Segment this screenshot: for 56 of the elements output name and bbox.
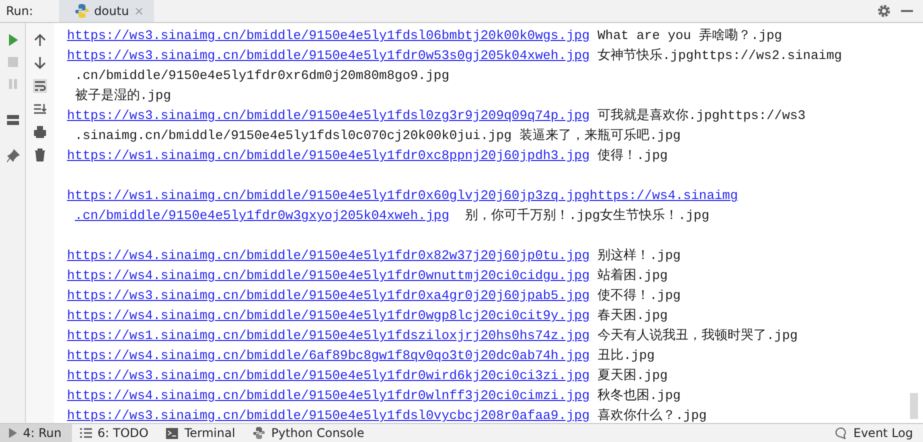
- down-arrow-icon[interactable]: [33, 56, 47, 70]
- python-icon: [253, 427, 266, 439]
- trash-icon[interactable]: [33, 148, 47, 162]
- url-link[interactable]: https://ws1.sinaimg.cn/bmiddle/9150e4e5ly1fdr0xc8ppnj20j60jpdh3.jpg: [67, 146, 590, 166]
- terminal-icon: [166, 428, 178, 438]
- output-text: 别这样！.jpg: [596, 247, 681, 265]
- tool-window-button[interactable]: 6: TODO: [72, 424, 158, 442]
- output-text: 使得！.jpg: [596, 147, 668, 165]
- output-text: 秋冬也困.jpg: [596, 387, 681, 405]
- settings-icon[interactable]: [877, 4, 891, 18]
- url-link[interactable]: https://ws4.sinaimg.cn/bmiddle/6af89bc8gw1f8qv0qo3t0j20dc0ab74h.jpg: [67, 346, 590, 366]
- output-text: 夏天困.jpg: [596, 367, 668, 385]
- url-link[interactable]: .cn/bmiddle/9150e4e5ly1fdr0w3gxyoj205k04xweh.jpg: [74, 206, 450, 226]
- url-link[interactable]: https://ws4.sinaimg.cn/bmiddle/9150e4e5ly1fdr0wgp8lcj20ci0cit9y.jpg: [67, 306, 590, 326]
- output-text: 站着困.jpg: [596, 267, 668, 285]
- url-link[interactable]: https://ws1.sinaimg.cn/bmiddle/9150e4e5ly1fdr0x60glvj20j60jp3zq.jpghttps://ws4.sinaimg: [67, 186, 738, 206]
- output-text: 女神节快乐.jpghttps://ws2.sinaimg: [596, 47, 842, 65]
- output-text: 可我就是喜欢你.jpghttps://ws3: [596, 107, 806, 125]
- url-link[interactable]: https://ws3.sinaimg.cn/bmiddle/9150e4e5ly1fdsl0vycbcj208r0afaa9.jpg: [67, 406, 590, 423]
- output-text: .sinaimg.cn/bmiddle/9150e4e5ly1fdsl0c070cj20k00k0jui.jpg 装逼来了，来瓶可乐吧.jpg: [74, 127, 681, 145]
- output-text: .cn/bmiddle/9150e4e5ly1fdr0xr6dm0j20m80m8go9.jpg: [74, 67, 450, 85]
- tool-window-button[interactable]: Terminal: [158, 424, 246, 442]
- scrollbar-thumb[interactable]: [910, 393, 918, 419]
- soft-wrap-icon[interactable]: [33, 79, 47, 93]
- tool-window-button[interactable]: Python Console: [245, 424, 374, 442]
- url-link[interactable]: https://ws3.sinaimg.cn/bmiddle/9150e4e5ly1fdr0w53s0gj205k04xweh.jpg: [67, 46, 590, 66]
- url-link[interactable]: https://ws3.sinaimg.cn/bmiddle/9150e4e5ly1fdsl0zg3r9j209q09q74p.jpg: [67, 106, 590, 126]
- output-text: 丑比.jpg: [596, 347, 655, 365]
- pin-icon[interactable]: [6, 149, 20, 163]
- print-icon[interactable]: [33, 125, 47, 139]
- url-link[interactable]: https://ws3.sinaimg.cn/bmiddle/9150e4e5ly1fdr0xa4gr0j20j60jpab5.jpg: [67, 286, 590, 306]
- url-link[interactable]: https://ws3.sinaimg.cn/bmiddle/9150e4e5ly1fdsl06bmbtj20k00k0wgs.jpg: [67, 26, 590, 46]
- output-text: 使不得！.jpg: [596, 287, 681, 305]
- url-link[interactable]: https://ws4.sinaimg.cn/bmiddle/9150e4e5ly1fdr0wnuttmj20ci0cidgu.jpg: [67, 266, 590, 286]
- output-text: 春天困.jpg: [596, 307, 668, 325]
- scroll-to-end-icon[interactable]: [33, 102, 47, 116]
- tab-title: doutu: [94, 4, 129, 18]
- url-link[interactable]: https://ws4.sinaimg.cn/bmiddle/9150e4e5ly1fdr0x82w37j20j60jp0tu.jpg: [67, 246, 590, 266]
- list-icon: [80, 428, 92, 438]
- event-log-button[interactable]: Event Log: [827, 424, 923, 442]
- up-arrow-icon[interactable]: [33, 33, 47, 47]
- url-link[interactable]: https://ws1.sinaimg.cn/bmiddle/9150e4e5ly1fdsziloxjrj20hs0hs74z.jpg: [67, 326, 590, 346]
- output-text: 别，你可千万别！.jpg女生节快乐！.jpg: [464, 207, 710, 225]
- python-icon: [75, 4, 90, 18]
- url-link[interactable]: https://ws3.sinaimg.cn/bmiddle/9150e4e5ly1fdr0wird6kj20ci0ci3zi.jpg: [67, 366, 590, 386]
- tool-window-button[interactable]: 4: Run: [0, 424, 72, 442]
- output-text: 今天有人说我丑，我顿时哭了.jpg: [596, 327, 798, 345]
- run-label: Run:: [5, 3, 34, 20]
- speech-bubble-icon: [835, 427, 848, 439]
- output-text: 喜欢你什么？.jpg: [596, 407, 707, 423]
- url-link[interactable]: https://ws4.sinaimg.cn/bmiddle/9150e4e5ly1fdr0wlnff3j20ci0cimzi.jpg: [67, 386, 590, 406]
- output-text: 被子是湿的.jpg: [74, 87, 172, 105]
- layout-icon[interactable]: [6, 113, 20, 127]
- run-tab[interactable]: doutu ×: [59, 0, 154, 22]
- output-text: What are you 弄啥嘞？.jpg: [596, 27, 782, 45]
- play-icon: [8, 428, 17, 438]
